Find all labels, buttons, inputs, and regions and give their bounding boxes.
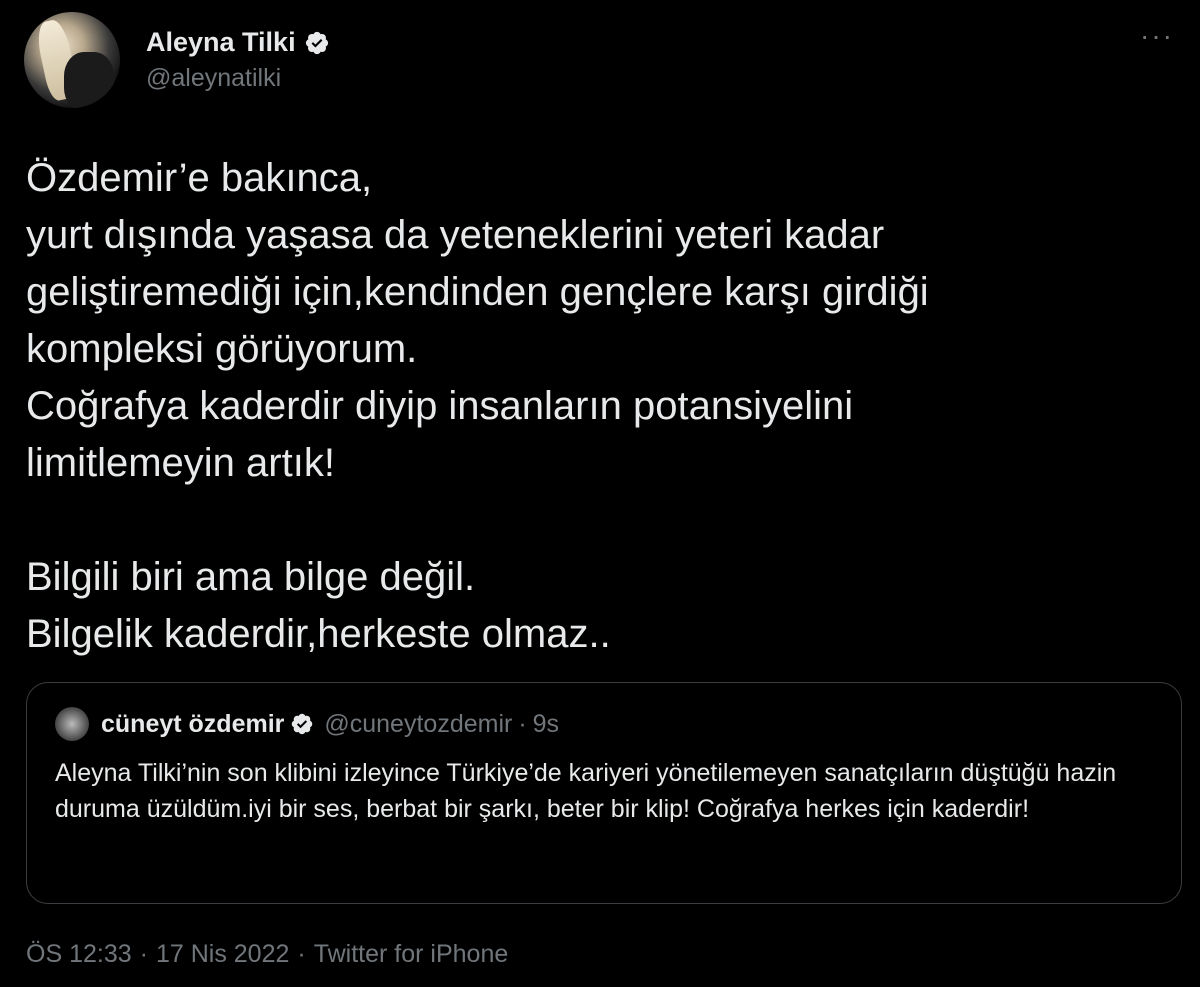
author-avatar[interactable] xyxy=(24,12,120,108)
tweet-line: Bilgelik kaderdir,herkeste olmaz.. xyxy=(26,612,611,656)
separator-dot: · xyxy=(139,940,148,968)
tweet-line: Özdemir’e bakınca, xyxy=(26,156,373,200)
quoted-tweet-text: Aleyna Tilki’nin son klibini izleyince T… xyxy=(55,759,1117,823)
quoted-tweet-header: cüneyt özdemir @cuneytozdemir · 9s xyxy=(55,707,1153,741)
separator-dot: · xyxy=(297,940,306,968)
tweet-meta: ÖS 12:33 · 17 Nis 2022 · Twitter for iPh… xyxy=(26,940,508,969)
separator-dot: · xyxy=(518,709,527,738)
quoted-author-avatar xyxy=(55,707,89,741)
display-name-row: Aleyna Tilki xyxy=(146,27,330,58)
tweet-header: Aleyna Tilki @aleynatilki xyxy=(24,12,330,108)
tweet-line: limitlemeyin artık! xyxy=(26,441,335,485)
author-display-name[interactable]: Aleyna Tilki xyxy=(146,27,296,58)
tweet-source[interactable]: Twitter for iPhone xyxy=(314,940,509,969)
author-names: Aleyna Tilki @aleynatilki xyxy=(146,27,330,93)
verified-badge-icon xyxy=(305,31,328,54)
tweet-line: geliştiremediği için,kendinden gençlere … xyxy=(26,270,929,314)
tweet-text: Özdemir’e bakınca, yurt dışında yaşasa d… xyxy=(26,150,1176,663)
tweet-date[interactable]: 17 Nis 2022 xyxy=(156,940,289,969)
tweet-line: Bilgili biri ama bilge değil. xyxy=(26,555,476,599)
tweet-line: kompleksi görüyorum. xyxy=(26,327,418,371)
quoted-tweet[interactable]: cüneyt özdemir @cuneytozdemir · 9s Aleyn… xyxy=(26,682,1182,904)
verified-badge-icon xyxy=(292,713,313,735)
tweet-card: Aleyna Tilki @aleynatilki ··· Özdemir’e … xyxy=(0,0,1200,987)
quoted-author-name: cüneyt özdemir xyxy=(101,709,285,738)
avatar-figure xyxy=(64,52,114,108)
tweet-line: Coğrafya kaderdir diyip insanların potan… xyxy=(26,384,854,428)
tweet-line: yurt dışında yaşasa da yeteneklerini yet… xyxy=(26,213,885,257)
quoted-tweet-time: 9s xyxy=(532,709,560,738)
more-horizontal-icon[interactable]: ··· xyxy=(1140,20,1174,52)
quoted-author-handle: @cuneytozdemir xyxy=(324,709,513,738)
tweet-time[interactable]: ÖS 12:33 xyxy=(26,940,132,969)
author-handle[interactable]: @aleynatilki xyxy=(146,64,330,93)
